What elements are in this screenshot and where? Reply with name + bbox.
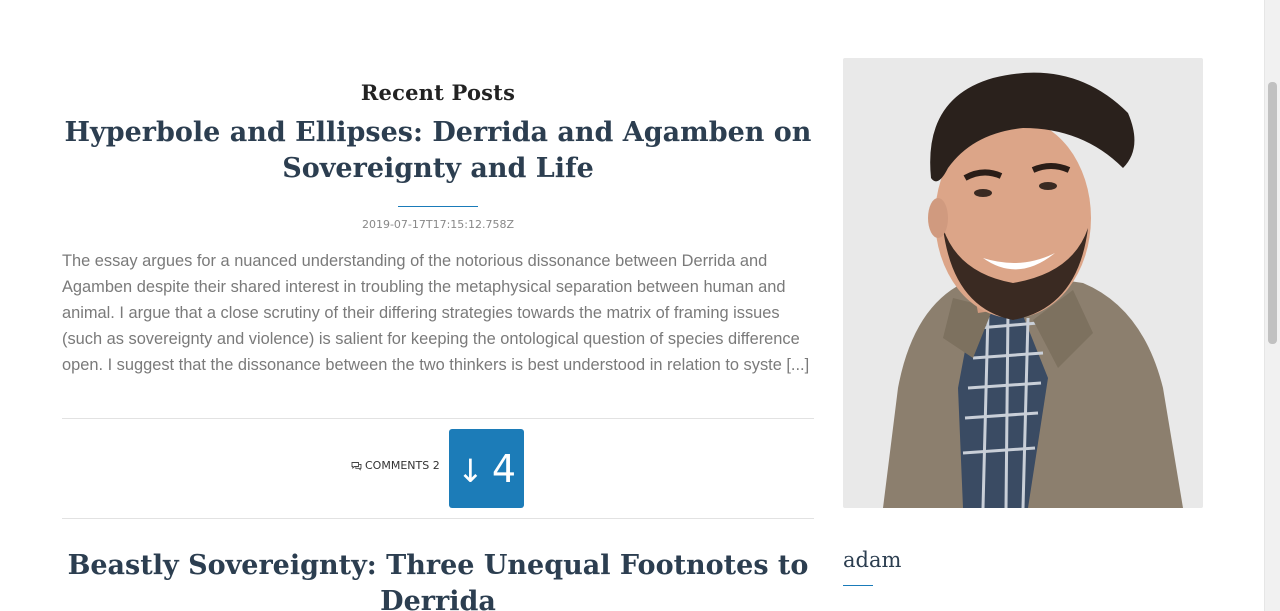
downvote-arrow-icon: ↓ — [457, 451, 484, 490]
comments-label: COMMENTS 2 — [365, 459, 440, 472]
section-title: Recent Posts — [360, 80, 516, 105]
post-excerpt: The essay argues for a nuanced understan… — [62, 252, 810, 374]
page-scrollbar[interactable] — [1264, 0, 1280, 611]
comments-icon — [351, 461, 362, 471]
author-divider — [843, 585, 873, 586]
post-title-link[interactable]: Beastly Sovereignty: Three Unequal Footn… — [62, 548, 814, 611]
vote-button[interactable]: ↓ 4 — [449, 429, 524, 508]
title-divider — [398, 206, 478, 207]
post-date: 2019-07-17T17:15:12.758Z — [361, 218, 515, 231]
page: Recent Posts Hyperbole and Ellipses: Der… — [0, 0, 1280, 611]
comments-link[interactable]: COMMENTS 2 — [351, 459, 440, 472]
post-title-link[interactable]: Hyperbole and Ellipses: Derrida and Agam… — [62, 115, 814, 187]
author-name: adam — [843, 548, 902, 572]
post-footer-divider-top — [62, 418, 814, 419]
scrollbar-thumb[interactable] — [1268, 82, 1277, 344]
post-footer-divider-bottom — [62, 518, 814, 519]
sidebar: adam — [843, 58, 1203, 586]
author-photo — [843, 58, 1203, 508]
vote-count: 4 — [491, 446, 516, 491]
